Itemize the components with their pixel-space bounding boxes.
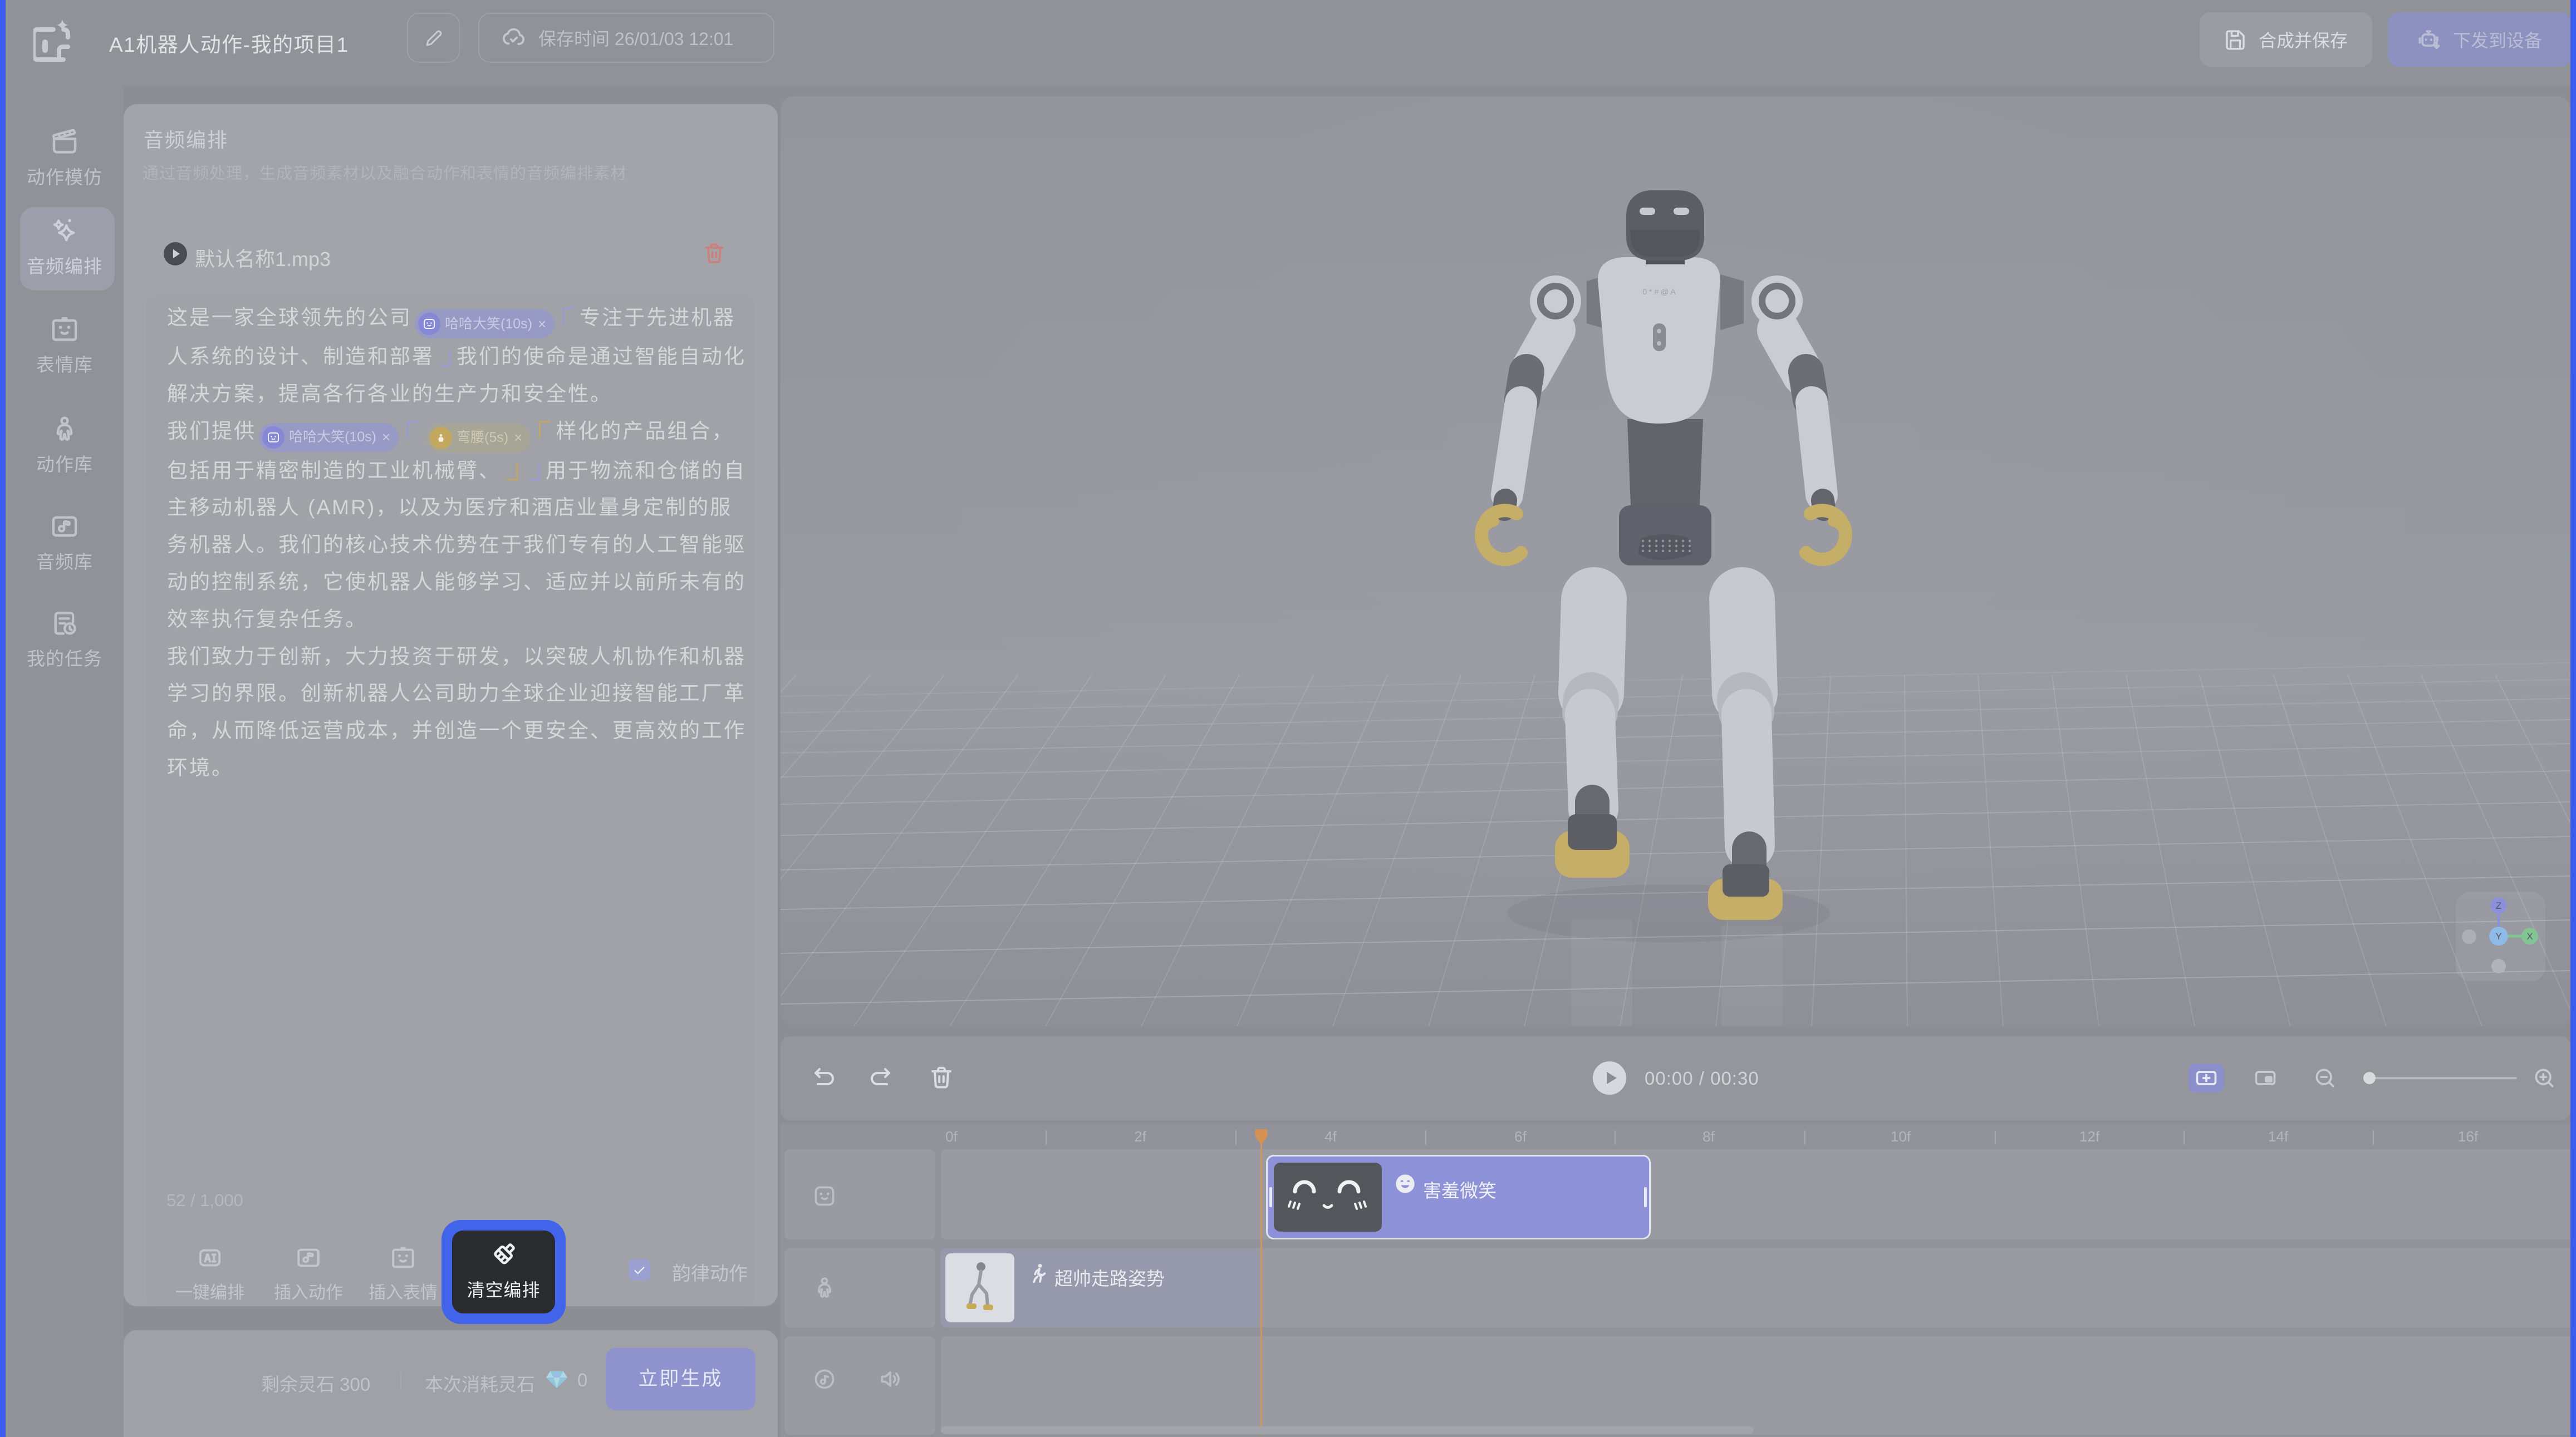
svg-text:Z: Z — [2496, 900, 2501, 911]
svg-text:X: X — [2526, 931, 2533, 942]
svg-text:0 * # @ A: 0 * # @ A — [1642, 287, 1676, 296]
svg-text:Y: Y — [2495, 931, 2501, 942]
